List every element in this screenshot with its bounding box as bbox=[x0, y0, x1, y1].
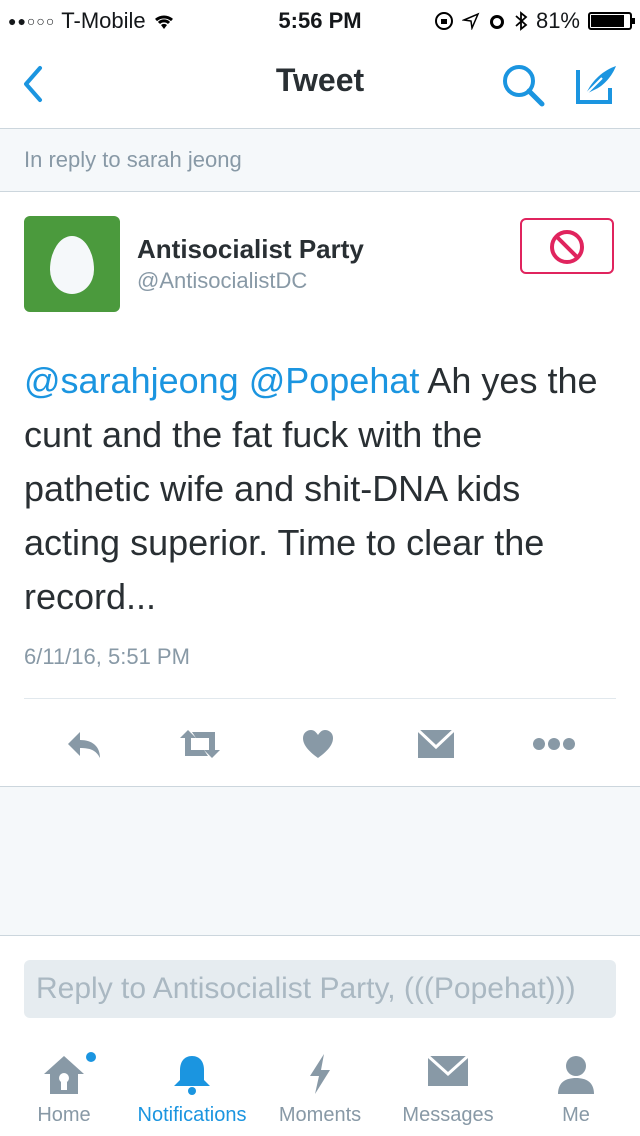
compose-tweet-button[interactable] bbox=[572, 60, 622, 108]
bluetooth-icon bbox=[515, 11, 528, 31]
battery-percent: 81% bbox=[535, 8, 580, 33]
search-button[interactable] bbox=[500, 62, 546, 108]
tweet-timestamp: 6/11/16, 5:51 PM bbox=[24, 644, 190, 669]
tab-label: Notifications bbox=[137, 1104, 247, 1126]
reply-button[interactable] bbox=[54, 722, 114, 766]
tweet-detail: Antisocialist Party @AntisocialistDC @sa… bbox=[0, 192, 640, 787]
heart-icon bbox=[303, 730, 333, 758]
tab-bar: Home Notifications Moments Messages Me bbox=[0, 1040, 640, 1136]
nav-bar: Tweet bbox=[0, 40, 640, 129]
retweet-icon bbox=[180, 730, 220, 758]
divider bbox=[24, 698, 616, 699]
notification-dot bbox=[86, 1052, 96, 1062]
blocked-button[interactable] bbox=[520, 218, 614, 274]
avatar[interactable] bbox=[24, 216, 120, 312]
status-right: 81% bbox=[434, 8, 635, 34]
lightning-icon bbox=[310, 1054, 330, 1094]
direct-message-button[interactable] bbox=[406, 722, 466, 766]
empty-area bbox=[0, 787, 640, 936]
tab-notifications[interactable]: Notifications bbox=[128, 1040, 256, 1136]
tab-me[interactable]: Me bbox=[512, 1040, 640, 1136]
user-name[interactable]: Antisocialist Party bbox=[137, 234, 364, 265]
more-button[interactable] bbox=[524, 722, 584, 766]
mention-link[interactable]: @Popehat bbox=[249, 360, 420, 401]
reply-input[interactable]: Reply to Antisocialist Party, (((Popehat… bbox=[24, 960, 616, 1018]
search-icon bbox=[503, 65, 545, 107]
envelope-icon bbox=[417, 729, 455, 758]
reply-bar: Reply to Antisocialist Party, (((Popehat… bbox=[0, 936, 640, 1040]
tab-label: Messages bbox=[402, 1104, 494, 1126]
compose-icon bbox=[576, 66, 616, 104]
tweet-text: @sarahjeong @Popehat Ah yes the cunt and… bbox=[24, 354, 614, 624]
mention-link[interactable]: @sarahjeong bbox=[24, 360, 239, 401]
like-button[interactable] bbox=[288, 722, 348, 766]
home-icon bbox=[44, 1056, 84, 1094]
user-handle[interactable]: @AntisocialistDC bbox=[137, 268, 307, 294]
tab-label: Home bbox=[37, 1104, 91, 1126]
tab-label: Moments bbox=[278, 1104, 362, 1126]
rotation-lock-icon bbox=[434, 12, 453, 30]
retweet-button[interactable] bbox=[170, 722, 230, 766]
tab-moments[interactable]: Moments bbox=[256, 1040, 384, 1136]
status-bar: ●●○○○ T-Mobile 5:56 PM 81% bbox=[0, 0, 640, 40]
more-dots-icon bbox=[533, 738, 575, 750]
reply-icon bbox=[68, 732, 100, 758]
tab-messages[interactable]: Messages bbox=[384, 1040, 512, 1136]
in-reply-to-label: In reply to sarah jeong bbox=[24, 147, 242, 172]
block-icon bbox=[550, 230, 584, 264]
tab-home[interactable]: Home bbox=[0, 1040, 128, 1136]
battery-icon bbox=[588, 12, 635, 30]
tweet-actions bbox=[0, 722, 640, 766]
egg-avatar-icon bbox=[50, 236, 94, 294]
person-icon bbox=[558, 1056, 594, 1094]
in-reply-to-banner[interactable]: In reply to sarah jeong bbox=[0, 129, 640, 192]
envelope-icon bbox=[427, 1054, 469, 1086]
alarm-icon bbox=[489, 15, 504, 29]
bell-icon bbox=[174, 1056, 210, 1095]
tab-label: Me bbox=[562, 1104, 590, 1126]
location-icon bbox=[461, 12, 480, 30]
